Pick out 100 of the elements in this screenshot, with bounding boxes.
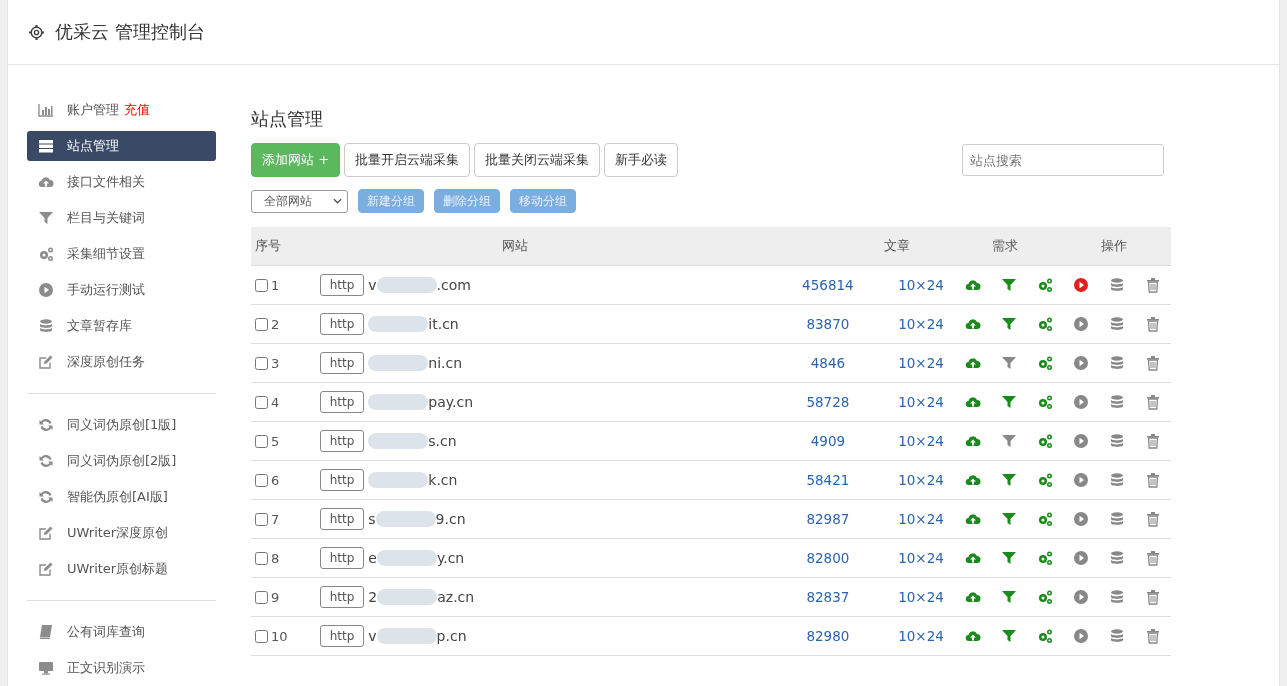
play-icon[interactable] [1073, 589, 1089, 605]
delete-icon[interactable] [1145, 394, 1161, 410]
domain-text: v [368, 277, 377, 293]
database-icon[interactable] [1109, 550, 1125, 566]
cloud-upload-icon[interactable] [965, 589, 981, 605]
filter-icon[interactable] [1001, 433, 1017, 449]
delete-icon[interactable] [1145, 472, 1161, 488]
caret-icon [333, 198, 342, 204]
play-icon[interactable] [1073, 433, 1089, 449]
sidebar-item[interactable]: 同义词伪原创[2版] [27, 446, 216, 476]
cloud-upload-icon[interactable] [965, 628, 981, 644]
database-icon[interactable] [1109, 355, 1125, 371]
recharge-link[interactable]: 充值 [124, 101, 150, 119]
sidebar-item[interactable]: 采集细节设置 [27, 239, 216, 269]
filter-icon[interactable] [1001, 355, 1017, 371]
play-icon[interactable] [1073, 472, 1089, 488]
filter-icon[interactable] [1001, 316, 1017, 332]
gears-icon [38, 246, 54, 262]
sidebar-item[interactable]: 文章暂存库 [27, 311, 216, 341]
domain-text: .com [436, 277, 471, 293]
cloud-upload-icon[interactable] [965, 472, 981, 488]
gears-icon[interactable] [1037, 550, 1053, 566]
filter-icon[interactable] [1001, 589, 1017, 605]
protocol-label: http [319, 547, 365, 569]
delete-icon[interactable] [1145, 316, 1161, 332]
gears-icon[interactable] [1037, 589, 1053, 605]
sidebar-item[interactable]: 站点管理 [27, 131, 216, 161]
gears-icon[interactable] [1037, 628, 1053, 644]
row-checkbox[interactable] [255, 317, 268, 331]
delete-icon[interactable] [1145, 433, 1161, 449]
play-icon[interactable] [1073, 394, 1089, 410]
database-icon[interactable] [1109, 472, 1125, 488]
delete-icon[interactable] [1145, 355, 1161, 371]
filter-icon[interactable] [1001, 472, 1017, 488]
play-icon[interactable] [1073, 277, 1089, 293]
sidebar-item[interactable]: 公有词库查询 [27, 617, 216, 647]
gears-icon[interactable] [1037, 511, 1053, 527]
filter-icon[interactable] [1001, 277, 1017, 293]
database-icon[interactable] [1109, 394, 1125, 410]
gears-icon[interactable] [1037, 316, 1053, 332]
play-icon[interactable] [1073, 316, 1089, 332]
delete-icon[interactable] [1145, 628, 1161, 644]
database-icon[interactable] [1109, 628, 1125, 644]
play-icon[interactable] [1073, 550, 1089, 566]
cloud-upload-icon[interactable] [965, 550, 981, 566]
play-icon[interactable] [1073, 355, 1089, 371]
row-checkbox[interactable] [255, 590, 268, 604]
sidebar-item[interactable]: 正文识别演示 [27, 653, 216, 683]
sidebar-item[interactable]: 栏目与关键词 [27, 203, 216, 233]
gears-icon[interactable] [1037, 394, 1053, 410]
filter-icon[interactable] [1001, 394, 1017, 410]
sidebar-item[interactable]: 智能伪原创[AI版] [27, 482, 216, 512]
group-select[interactable]: 全部网站 [251, 189, 348, 213]
redaction-blur [376, 628, 437, 644]
toolbar-button[interactable]: 批量开启云端采集 [344, 143, 471, 177]
search-field[interactable]: 站点搜索 [962, 144, 1164, 176]
delete-icon[interactable] [1145, 277, 1161, 293]
gears-icon[interactable] [1037, 355, 1053, 371]
toolbar-button[interactable]: 批量关闭云端采集 [474, 143, 601, 177]
sidebar-item[interactable]: 手动运行测试 [27, 275, 216, 305]
filter-icon[interactable] [1001, 511, 1017, 527]
row-checkbox[interactable] [255, 512, 268, 526]
cloud-upload-icon[interactable] [965, 355, 981, 371]
row-checkbox[interactable] [255, 473, 268, 487]
cloud-upload-icon[interactable] [965, 277, 981, 293]
sidebar-item[interactable]: 同义词伪原创[1版] [27, 410, 216, 440]
redaction-blur [368, 394, 429, 410]
sidebar-item[interactable]: 账户管理 充值 [27, 95, 216, 125]
play-icon[interactable] [1073, 628, 1089, 644]
bar-chart-icon [38, 102, 54, 118]
database-icon[interactable] [1109, 277, 1125, 293]
play-icon[interactable] [1073, 511, 1089, 527]
delete-icon[interactable] [1145, 550, 1161, 566]
row-checkbox[interactable] [255, 278, 268, 292]
delete-icon[interactable] [1145, 511, 1161, 527]
row-checkbox[interactable] [255, 395, 268, 409]
database-icon[interactable] [1109, 316, 1125, 332]
database-icon[interactable] [1109, 511, 1125, 527]
database-icon[interactable] [1109, 433, 1125, 449]
gears-icon[interactable] [1037, 277, 1053, 293]
sidebar-item[interactable]: 深度原创任务 [27, 347, 216, 377]
cloud-upload-icon[interactable] [965, 511, 981, 527]
row-checkbox[interactable] [255, 629, 268, 643]
cloud-upload-icon[interactable] [965, 433, 981, 449]
protocol-label: http [319, 274, 365, 296]
gears-icon[interactable] [1037, 433, 1053, 449]
database-icon[interactable] [1109, 589, 1125, 605]
row-checkbox[interactable] [255, 551, 268, 565]
row-checkbox[interactable] [255, 356, 268, 370]
filter-icon[interactable] [1001, 550, 1017, 566]
row-checkbox[interactable] [255, 434, 268, 448]
toolbar-button[interactable]: 新手必读 [604, 143, 679, 177]
sidebar-item[interactable]: UWriter原创标题 [27, 554, 216, 584]
sidebar-item[interactable]: UWriter深度原创 [27, 518, 216, 548]
delete-icon[interactable] [1145, 589, 1161, 605]
cloud-upload-icon[interactable] [965, 316, 981, 332]
filter-icon[interactable] [1001, 628, 1017, 644]
cloud-upload-icon[interactable] [965, 394, 981, 410]
sidebar-item[interactable]: 接口文件相关 [27, 167, 216, 197]
gears-icon[interactable] [1037, 472, 1053, 488]
